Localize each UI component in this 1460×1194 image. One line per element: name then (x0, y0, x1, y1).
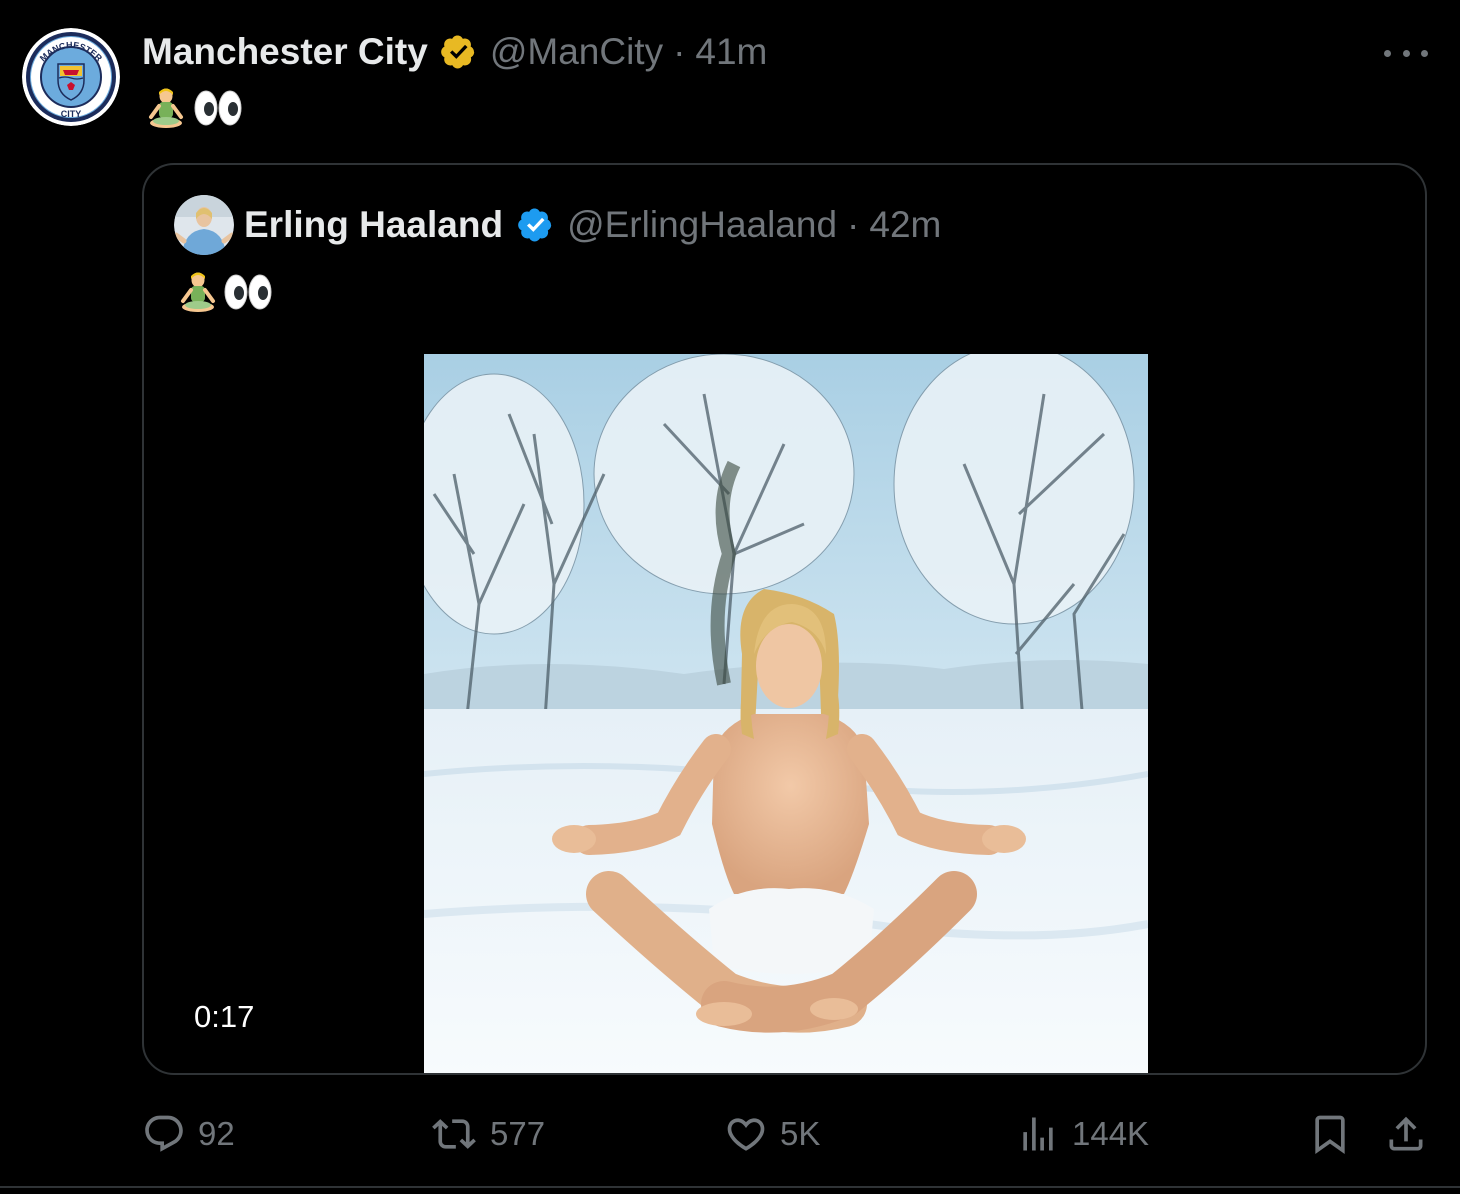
author-display-name[interactable]: Manchester City (142, 31, 428, 73)
like-count: 5K (780, 1115, 821, 1152)
eyes-emoji (224, 272, 272, 312)
author-handle[interactable]: @ManCity (490, 31, 663, 73)
verified-gold-badge-icon[interactable] (438, 32, 478, 72)
person-in-lotus-position-emoji (180, 271, 216, 313)
bookmark-button[interactable] (1308, 1104, 1352, 1164)
more-dot-icon (1384, 49, 1391, 57)
avatar[interactable]: MANCHESTER CITY (22, 28, 120, 126)
eyes-emoji (194, 88, 242, 128)
views-count: 144K (1072, 1115, 1150, 1152)
svg-text:CITY: CITY (61, 109, 82, 119)
repost-icon (430, 1112, 478, 1156)
video-player[interactable] (424, 354, 1148, 1073)
more-dot-icon (1402, 49, 1410, 57)
quoted-author-display-name[interactable]: Erling Haaland (244, 204, 503, 246)
tweet-action-bar: 92 577 5K 144K (0, 1104, 1460, 1164)
like-button[interactable]: 5K (724, 1104, 820, 1164)
quoted-tweet-header: Erling Haaland @ErlingHaaland · 42m (244, 201, 941, 249)
more-options-button[interactable] (1384, 36, 1428, 70)
share-button[interactable] (1384, 1104, 1428, 1164)
views-button[interactable]: 144K (1016, 1104, 1149, 1164)
quoted-author-handle[interactable]: @ErlingHaaland (567, 204, 837, 246)
tweet[interactable]: MANCHESTER CITY Manchester City @ManCity… (0, 0, 1460, 1194)
bookmark-icon (1308, 1112, 1352, 1156)
reply-icon (142, 1112, 186, 1156)
tweet-timestamp[interactable]: 41m (695, 31, 767, 73)
quoted-tweet-timestamp[interactable]: 42m (869, 204, 941, 246)
reply-count: 92 (198, 1115, 235, 1152)
repost-count: 577 (490, 1115, 546, 1152)
tweet-text (148, 86, 242, 130)
more-dot-icon (1421, 49, 1428, 57)
quoted-tweet-card[interactable]: Erling Haaland @ErlingHaaland · 42m 0:17 (142, 163, 1427, 1075)
repost-button[interactable]: 577 (430, 1104, 545, 1164)
person-in-lotus-position-emoji (148, 87, 184, 129)
quoted-author-avatar[interactable] (174, 195, 234, 255)
separator-dot: · (847, 204, 860, 245)
separator-dot: · (673, 31, 686, 72)
verified-blue-badge-icon[interactable] (515, 205, 555, 245)
video-thumbnail (424, 354, 1148, 1073)
tweet-header: Manchester City @ManCity · 41m (142, 28, 767, 76)
quoted-tweet-text (180, 269, 272, 315)
reply-button[interactable]: 92 (142, 1104, 235, 1164)
video-duration-badge: 0:17 (194, 999, 255, 1034)
share-icon (1384, 1112, 1428, 1156)
divider (0, 1186, 1460, 1188)
views-chart-icon (1016, 1112, 1060, 1156)
heart-icon (724, 1112, 768, 1156)
